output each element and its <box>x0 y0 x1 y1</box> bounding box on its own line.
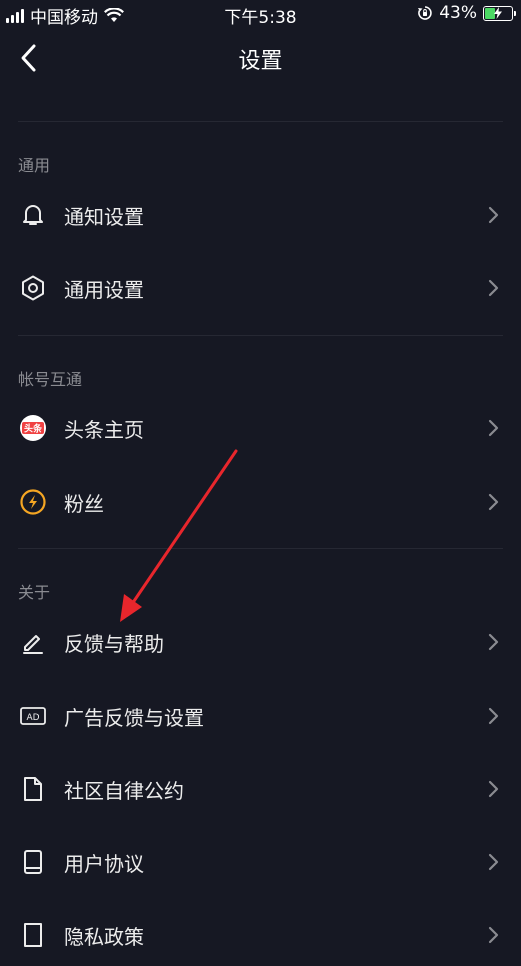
settings-row-ad-feedback[interactable]: AD 广告反馈与设置 <box>0 685 521 747</box>
nav-bar: 设置 <box>0 28 521 88</box>
toutiao-icon: 头条 <box>18 413 48 443</box>
battery-percent: 43% <box>439 3 477 23</box>
section-header-general: 通用 <box>18 156 51 175</box>
row-label: 反馈与帮助 <box>64 632 164 656</box>
fans-icon <box>18 487 48 517</box>
bell-icon <box>18 200 48 230</box>
settings-row-user-agreement[interactable]: 用户协议 <box>0 831 521 893</box>
chevron-right-icon <box>488 206 499 224</box>
section-header-about: 关于 <box>18 583 51 602</box>
divider <box>18 548 503 549</box>
chevron-right-icon <box>488 853 499 871</box>
settings-row-toutiao[interactable]: 头条 头条主页 <box>0 397 521 459</box>
chevron-right-icon <box>488 493 499 511</box>
row-label: 隐私政策 <box>64 925 144 949</box>
row-label: 用户协议 <box>64 852 144 876</box>
divider <box>18 335 503 336</box>
status-bar: 中国移动 下午5:38 43% <box>0 0 521 28</box>
status-right: 43% <box>417 3 516 23</box>
page-title: 设置 <box>238 49 283 74</box>
settings-row-fans[interactable]: 粉丝 <box>0 471 521 533</box>
ad-icon: AD <box>18 701 48 731</box>
toutiao-badge-text: 头条 <box>24 423 43 435</box>
chevron-right-icon <box>488 633 499 651</box>
book-icon <box>18 847 48 877</box>
row-label: 通用设置 <box>64 278 144 302</box>
row-label: 广告反馈与设置 <box>64 706 204 730</box>
chevron-right-icon <box>488 707 499 725</box>
orientation-lock-icon <box>418 6 432 20</box>
settings-row-community[interactable]: 社区自律公约 <box>0 758 521 820</box>
settings-row-privacy[interactable]: 隐私政策 <box>0 904 521 966</box>
chevron-right-icon <box>488 279 499 297</box>
gear-icon <box>18 273 48 303</box>
section-header-accounts: 帐号互通 <box>18 370 83 389</box>
privacy-icon <box>18 920 48 950</box>
settings-row-feedback[interactable]: 反馈与帮助 <box>0 611 521 673</box>
battery-icon <box>483 5 516 21</box>
document-icon <box>18 774 48 804</box>
edit-icon <box>18 627 48 657</box>
settings-row-notifications[interactable]: 通知设置 <box>0 184 521 246</box>
row-label: 头条主页 <box>64 418 144 442</box>
settings-row-general[interactable]: 通用设置 <box>0 257 521 319</box>
divider <box>18 121 503 122</box>
chevron-right-icon <box>488 419 499 437</box>
row-label: 通知设置 <box>64 205 144 229</box>
row-label: 粉丝 <box>64 492 104 516</box>
chevron-right-icon <box>488 926 499 944</box>
ad-badge-text: AD <box>26 713 39 723</box>
row-label: 社区自律公约 <box>64 779 184 803</box>
chevron-right-icon <box>488 780 499 798</box>
